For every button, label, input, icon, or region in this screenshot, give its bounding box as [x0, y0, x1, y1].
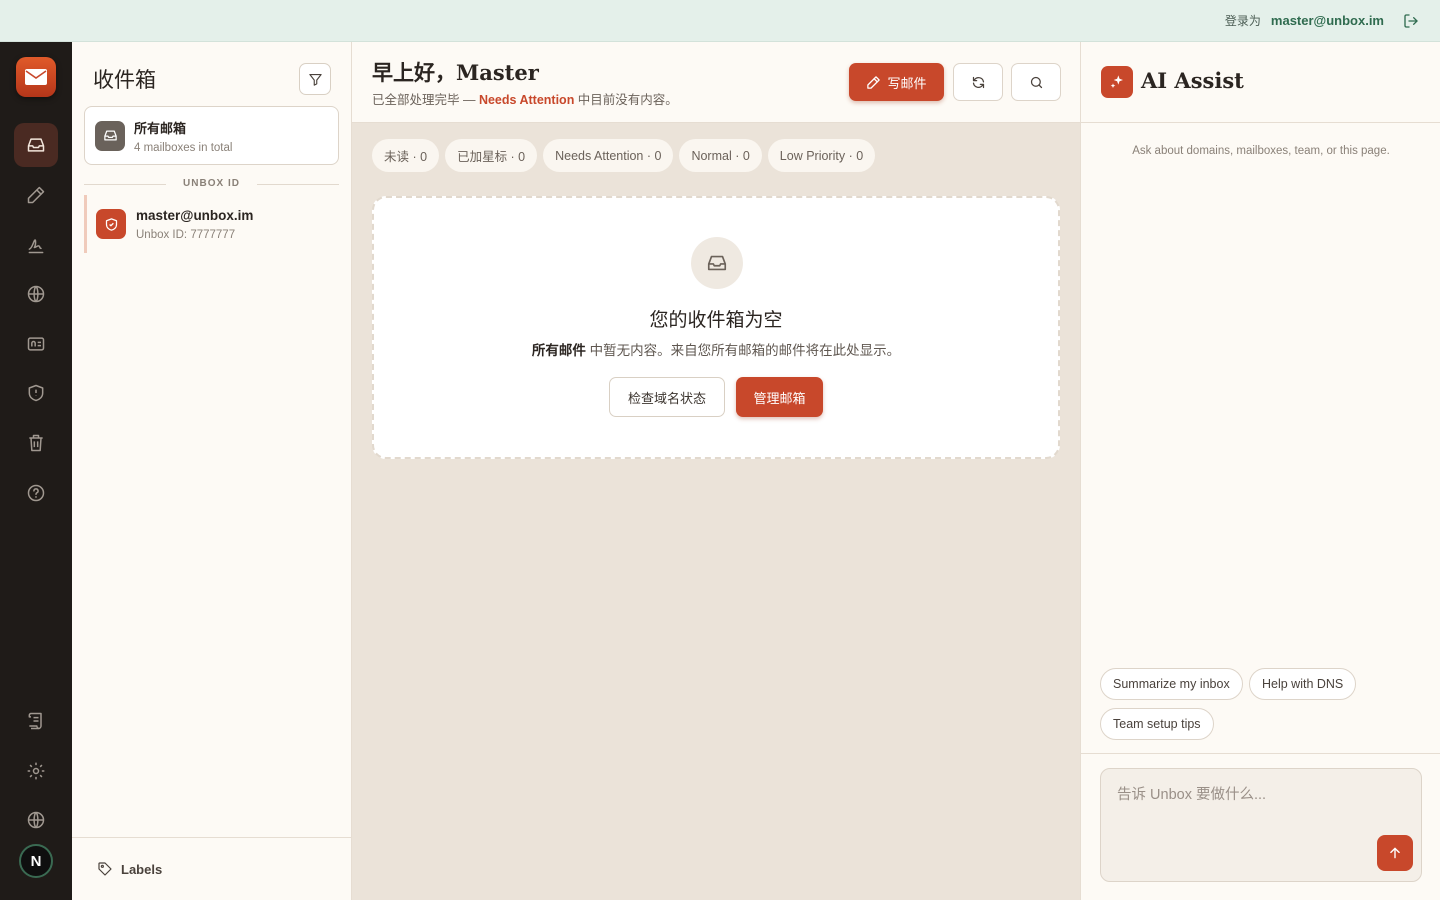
search-button[interactable]	[1011, 63, 1061, 101]
empty-description: 所有邮件 中暂无内容。来自您所有邮箱的邮件将在此处显示。	[374, 339, 1058, 359]
language-globe-icon[interactable]	[14, 798, 58, 842]
refresh-button[interactable]	[953, 63, 1003, 101]
ai-assist-panel: AI Assist Ask about domains, mailboxes, …	[1080, 42, 1440, 900]
search-icon	[1030, 76, 1042, 88]
user-avatar[interactable]: N	[19, 844, 53, 878]
all-mailboxes-count: 4 mailboxes in total	[134, 141, 233, 154]
panel-title: 收件箱	[93, 68, 156, 92]
app-sidebar: N	[0, 42, 72, 900]
status-highlight[interactable]: Needs Attention	[479, 93, 574, 107]
sparkles-icon	[1101, 66, 1133, 98]
labels-button[interactable]: Labels	[72, 837, 351, 900]
refresh-icon	[972, 76, 984, 88]
send-button[interactable]	[1377, 835, 1413, 871]
compose-button[interactable]: 写邮件	[849, 63, 944, 101]
section-label: UNBOX ID	[84, 178, 339, 189]
suggestion-dns[interactable]: Help with DNS	[1249, 668, 1357, 700]
top-bar: 登录为 master@unbox.im	[0, 0, 1440, 42]
empty-state-card: 您的收件箱为空 所有邮件 中暂无内容。来自您所有邮箱的邮件将在此处显示。 检查域…	[372, 196, 1060, 459]
ai-hint: Ask about domains, mailboxes, team, or t…	[1132, 145, 1390, 157]
mailbox-panel: 收件箱 所有邮箱 4 mailboxes in total UNBOX ID m…	[72, 42, 352, 900]
status-post: 中目前没有内容。	[574, 93, 678, 107]
shield-icon[interactable]	[14, 371, 58, 415]
status-line: 已全部处理完毕 — Needs Attention 中目前没有内容。	[372, 89, 678, 108]
compose-icon[interactable]	[14, 173, 58, 217]
chip-needs-attention[interactable]: Needs Attention · 0	[543, 139, 674, 172]
main-header: 早上好，Master 已全部处理完毕 — Needs Attention 中目前…	[352, 42, 1080, 123]
ai-title: AI Assist	[1141, 68, 1244, 93]
arrow-up-icon	[1390, 847, 1400, 859]
all-mailboxes-item[interactable]: 所有邮箱 4 mailboxes in total	[84, 106, 339, 165]
ai-header: AI Assist	[1081, 42, 1440, 123]
current-user: master@unbox.im	[1270, 13, 1384, 28]
globe-icon[interactable]	[14, 272, 58, 316]
filter-chips: 未读 · 0 已加星标 · 0 Needs Attention · 0 Norm…	[372, 139, 876, 172]
all-mailboxes-label: 所有邮箱	[134, 120, 187, 136]
mail-app-logo[interactable]	[16, 57, 56, 97]
compose-label: 写邮件	[887, 75, 927, 91]
inbox-icon[interactable]	[14, 123, 58, 167]
logout-icon[interactable]	[1402, 12, 1420, 30]
chip-starred[interactable]: 已加星标 · 0	[445, 139, 538, 172]
divider	[1081, 753, 1440, 754]
tag-icon	[98, 862, 112, 876]
filter-icon	[308, 73, 322, 86]
signature-icon[interactable]	[14, 223, 58, 267]
suggestion-team[interactable]: Team setup tips	[1100, 708, 1214, 740]
chip-low-priority[interactable]: Low Priority · 0	[767, 139, 876, 172]
greeting: 早上好，Master	[372, 60, 539, 85]
empty-title: 您的收件箱为空	[649, 309, 783, 331]
labels-label: Labels	[121, 861, 163, 877]
empty-desc-rest: 中暂无内容。来自您所有邮箱的邮件将在此处显示。	[585, 343, 901, 358]
login-label: 登录为	[1224, 14, 1261, 28]
trash-icon[interactable]	[14, 421, 58, 465]
mailbox-item[interactable]: master@unbox.im Unbox ID: 7777777	[84, 195, 339, 253]
shield-icon	[96, 209, 126, 239]
ai-prompt-input[interactable]	[1101, 769, 1421, 881]
chip-normal[interactable]: Normal · 0	[679, 139, 762, 172]
id-card-icon[interactable]	[14, 322, 58, 366]
inbox-icon	[691, 237, 743, 289]
mailbox-unbox-id: Unbox ID: 7777777	[136, 228, 236, 241]
main-content: 早上好，Master 已全部处理完毕 — Needs Attention 中目前…	[352, 42, 1080, 900]
pencil-icon	[867, 75, 881, 89]
chip-unread[interactable]: 未读 · 0	[372, 139, 440, 172]
check-domain-button[interactable]: 检查域名状态	[609, 377, 725, 417]
gear-icon[interactable]	[14, 749, 58, 793]
status-pre: 已全部处理完毕 —	[372, 93, 479, 107]
scroll-icon[interactable]	[14, 699, 58, 743]
empty-desc-bold: 所有邮件	[531, 343, 586, 358]
help-icon[interactable]	[14, 471, 58, 515]
filter-button[interactable]	[299, 63, 331, 95]
mailbox-address: master@unbox.im	[136, 207, 254, 223]
suggestion-summarize[interactable]: Summarize my inbox	[1100, 668, 1243, 700]
inbox-icon	[95, 120, 125, 151]
ai-input-box	[1100, 768, 1422, 882]
manage-mailboxes-button[interactable]: 管理邮箱	[736, 377, 823, 417]
